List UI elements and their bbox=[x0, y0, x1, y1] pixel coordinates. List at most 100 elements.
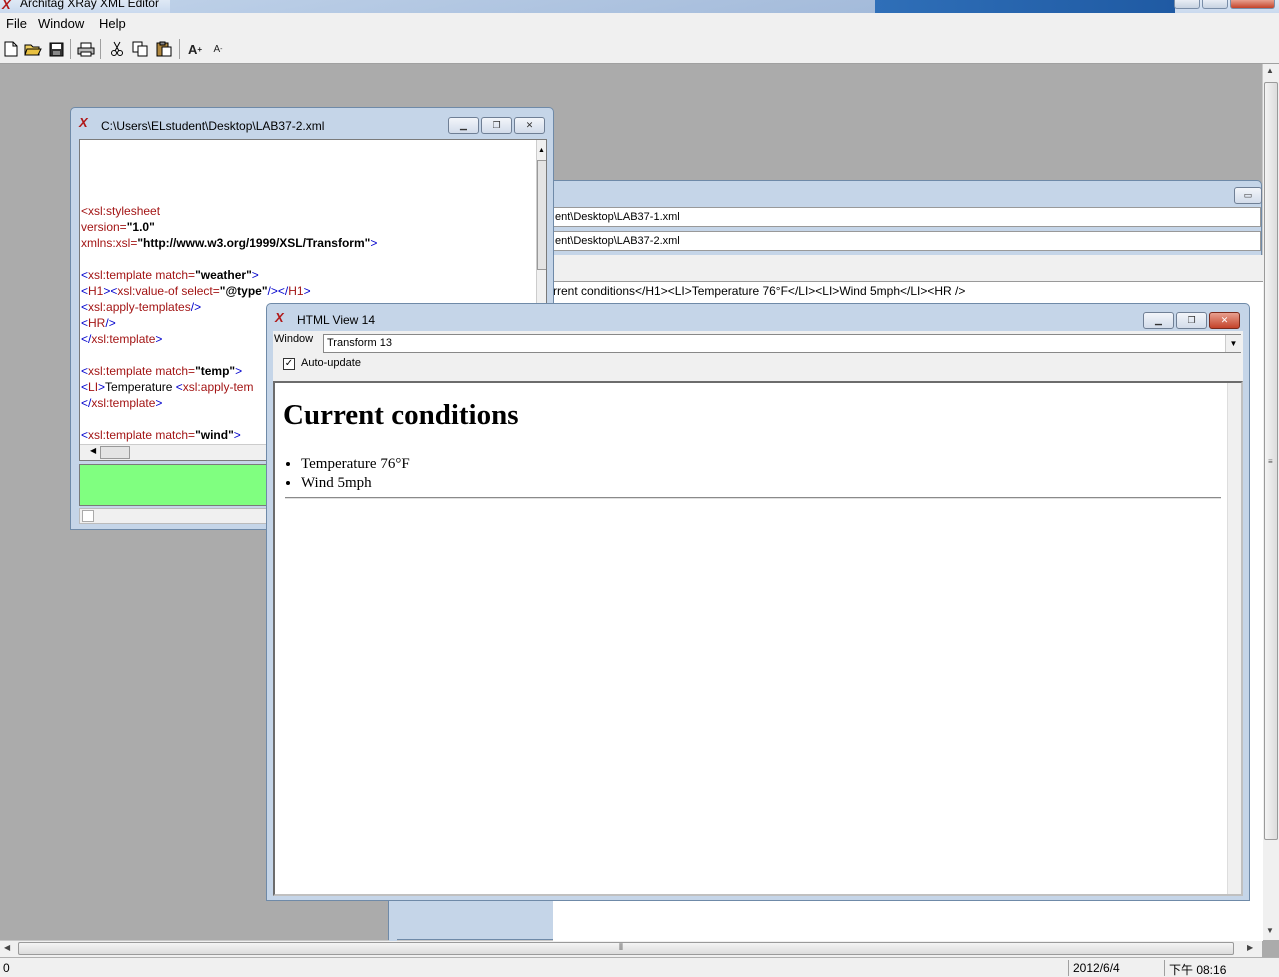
font-bigger-icon[interactable]: A + bbox=[185, 39, 205, 59]
html-render-scrollbar[interactable] bbox=[1227, 383, 1241, 894]
code-token: /> bbox=[105, 316, 116, 330]
save-icon[interactable] bbox=[46, 39, 66, 59]
transform-toolbar bbox=[553, 255, 1263, 281]
code-token: > bbox=[155, 332, 163, 346]
print-icon[interactable] bbox=[76, 39, 96, 59]
code-token: xsl:apply-tem bbox=[182, 380, 254, 394]
toolbar-separator bbox=[179, 39, 180, 59]
html-view-title: HTML View 14 bbox=[297, 313, 376, 327]
open-folder-icon[interactable] bbox=[23, 39, 43, 59]
menu-bar: File Window Help bbox=[0, 13, 1279, 34]
scrollbar-thumb[interactable] bbox=[537, 160, 546, 270]
html-view-restore-button[interactable]: ❐ bbox=[1176, 312, 1207, 329]
cut-icon[interactable] bbox=[107, 39, 127, 59]
window-select[interactable]: Transform 13 ▼ bbox=[323, 334, 1241, 353]
html-view-minimize-button[interactable]: ▁ bbox=[1143, 312, 1174, 329]
auto-update-checkbox[interactable]: ✓ bbox=[283, 358, 295, 370]
menu-help[interactable]: Help bbox=[99, 16, 126, 31]
toolbar-separator bbox=[70, 39, 71, 59]
new-file-icon[interactable] bbox=[1, 39, 21, 59]
code-token: xsl:template match= bbox=[88, 268, 196, 282]
paste-icon[interactable] bbox=[154, 39, 174, 59]
app-title-bar: X Architag XRay XML Editor bbox=[0, 0, 1279, 13]
app-minimize-button[interactable] bbox=[1174, 0, 1200, 9]
status-divider bbox=[1164, 960, 1165, 976]
code-line[interactable]: <xsl:template match="weather"> bbox=[81, 268, 259, 282]
code-token: xmlns:xsl= bbox=[81, 236, 138, 250]
code-token: xsl:stylesheet bbox=[88, 204, 161, 218]
scrollbar-thumb[interactable] bbox=[100, 446, 130, 459]
scroll-left-arrow-icon[interactable]: ◀ bbox=[90, 446, 96, 455]
xml-close-button[interactable]: ✕ bbox=[514, 117, 545, 134]
status-text: 0 bbox=[3, 961, 10, 975]
xml-window-title: C:\Users\ELstudent\Desktop\LAB37-2.xml bbox=[101, 119, 325, 133]
rendered-heading: Current conditions bbox=[283, 399, 519, 431]
code-token: xsl:template match= bbox=[88, 428, 196, 442]
xml-restore-button[interactable]: ❐ bbox=[481, 117, 512, 134]
chevron-down-icon[interactable]: ▼ bbox=[1225, 335, 1241, 352]
html-render-pane[interactable]: Current conditions Temperature 76°F Wind… bbox=[273, 381, 1243, 896]
code-token: xsl:value-of select= bbox=[117, 284, 220, 298]
code-line[interactable]: <H1><xsl:value-of select="@type"/></H1> bbox=[81, 284, 311, 298]
toolbar-separator bbox=[100, 39, 101, 59]
code-token: < bbox=[81, 268, 89, 282]
code-token: "temp" bbox=[195, 364, 236, 378]
code-line[interactable]: xmlns:xsl="http://www.w3.org/1999/XSL/Tr… bbox=[81, 236, 377, 250]
code-token: < bbox=[81, 284, 89, 298]
window-select-value: Transform 13 bbox=[327, 337, 393, 349]
scroll-left-arrow-icon[interactable]: ◀ bbox=[4, 943, 10, 952]
checkmark-icon: ✓ bbox=[284, 358, 294, 369]
code-line[interactable]: <xsl:apply-templates/> bbox=[81, 300, 201, 314]
html-view-close-button[interactable]: ✕ bbox=[1209, 312, 1240, 329]
code-token: >< bbox=[103, 284, 118, 298]
transform-file1-field[interactable]: ent\Desktop\LAB37-1.xml bbox=[553, 207, 1261, 227]
xml-minimize-button[interactable]: ▁ bbox=[448, 117, 479, 134]
code-token: </ bbox=[81, 396, 92, 410]
code-line[interactable]: <xsl:template match="wind"> bbox=[81, 428, 241, 442]
mdi-horizontal-scrollbar[interactable]: ◀ ⦀ ▶ bbox=[0, 940, 1262, 957]
code-token: > bbox=[233, 428, 241, 442]
rendered-list-item: Wind 5mph bbox=[301, 474, 410, 493]
code-line[interactable]: version="1.0" bbox=[81, 220, 155, 234]
code-line[interactable]: <xsl:stylesheet bbox=[81, 204, 160, 218]
code-line[interactable]: </xsl:template> bbox=[81, 396, 162, 410]
scrollbar-thumb[interactable]: ≡ bbox=[1264, 82, 1278, 840]
html-view-window[interactable]: X HTML View 14 ▁ ❐ ✕ Window Transform 13… bbox=[266, 303, 1250, 901]
code-token: HR bbox=[88, 316, 106, 330]
code-line[interactable]: <LI>Temperature <xsl:apply-tem bbox=[81, 380, 253, 394]
app-close-button[interactable] bbox=[1230, 0, 1275, 9]
transform-frame-edge bbox=[389, 901, 397, 941]
scroll-down-arrow-icon[interactable]: ▼ bbox=[1266, 926, 1274, 935]
mdi-vertical-scrollbar[interactable]: ▲ ≡ ▼ bbox=[1262, 64, 1279, 940]
xray-logo-icon: X bbox=[79, 115, 88, 130]
code-token: < bbox=[81, 380, 89, 394]
code-token: xsl:template bbox=[91, 396, 156, 410]
status-time: 下午 08:16 bbox=[1169, 963, 1227, 977]
rendered-hr bbox=[285, 497, 1221, 499]
code-token: > bbox=[235, 364, 243, 378]
code-token: > bbox=[251, 268, 259, 282]
xray-logo-icon: X bbox=[275, 310, 284, 325]
background-window-strip bbox=[170, 0, 875, 13]
code-line[interactable]: <xsl:template match="temp"> bbox=[81, 364, 242, 378]
code-token: xsl:template match= bbox=[88, 364, 196, 378]
font-smaller-icon[interactable]: A- bbox=[208, 39, 228, 59]
code-line[interactable]: <HR/> bbox=[81, 316, 116, 330]
app-restore-button[interactable] bbox=[1202, 0, 1228, 9]
code-token: > bbox=[370, 236, 378, 250]
code-token: < bbox=[81, 204, 89, 218]
scroll-right-arrow-icon[interactable]: ▶ bbox=[1247, 943, 1253, 952]
code-token: > bbox=[303, 284, 311, 298]
transform-minimize-button[interactable]: ▭ bbox=[1234, 187, 1262, 204]
code-line[interactable]: </xsl:template> bbox=[81, 332, 162, 346]
scroll-up-arrow-icon[interactable]: ▲ bbox=[1266, 66, 1274, 75]
transform-file2-field[interactable]: ent\Desktop\LAB37-2.xml bbox=[553, 231, 1261, 251]
menu-file[interactable]: File bbox=[6, 16, 27, 31]
copy-icon[interactable] bbox=[130, 39, 150, 59]
scroll-up-arrow-icon[interactable]: ▲ bbox=[538, 147, 545, 154]
code-token: /></ bbox=[267, 284, 289, 298]
scrollbar-thumb[interactable]: ⦀ bbox=[18, 942, 1234, 955]
menu-window[interactable]: Window bbox=[38, 16, 84, 31]
status-divider bbox=[1068, 960, 1069, 976]
grip-icon: ≡ bbox=[1268, 457, 1273, 466]
